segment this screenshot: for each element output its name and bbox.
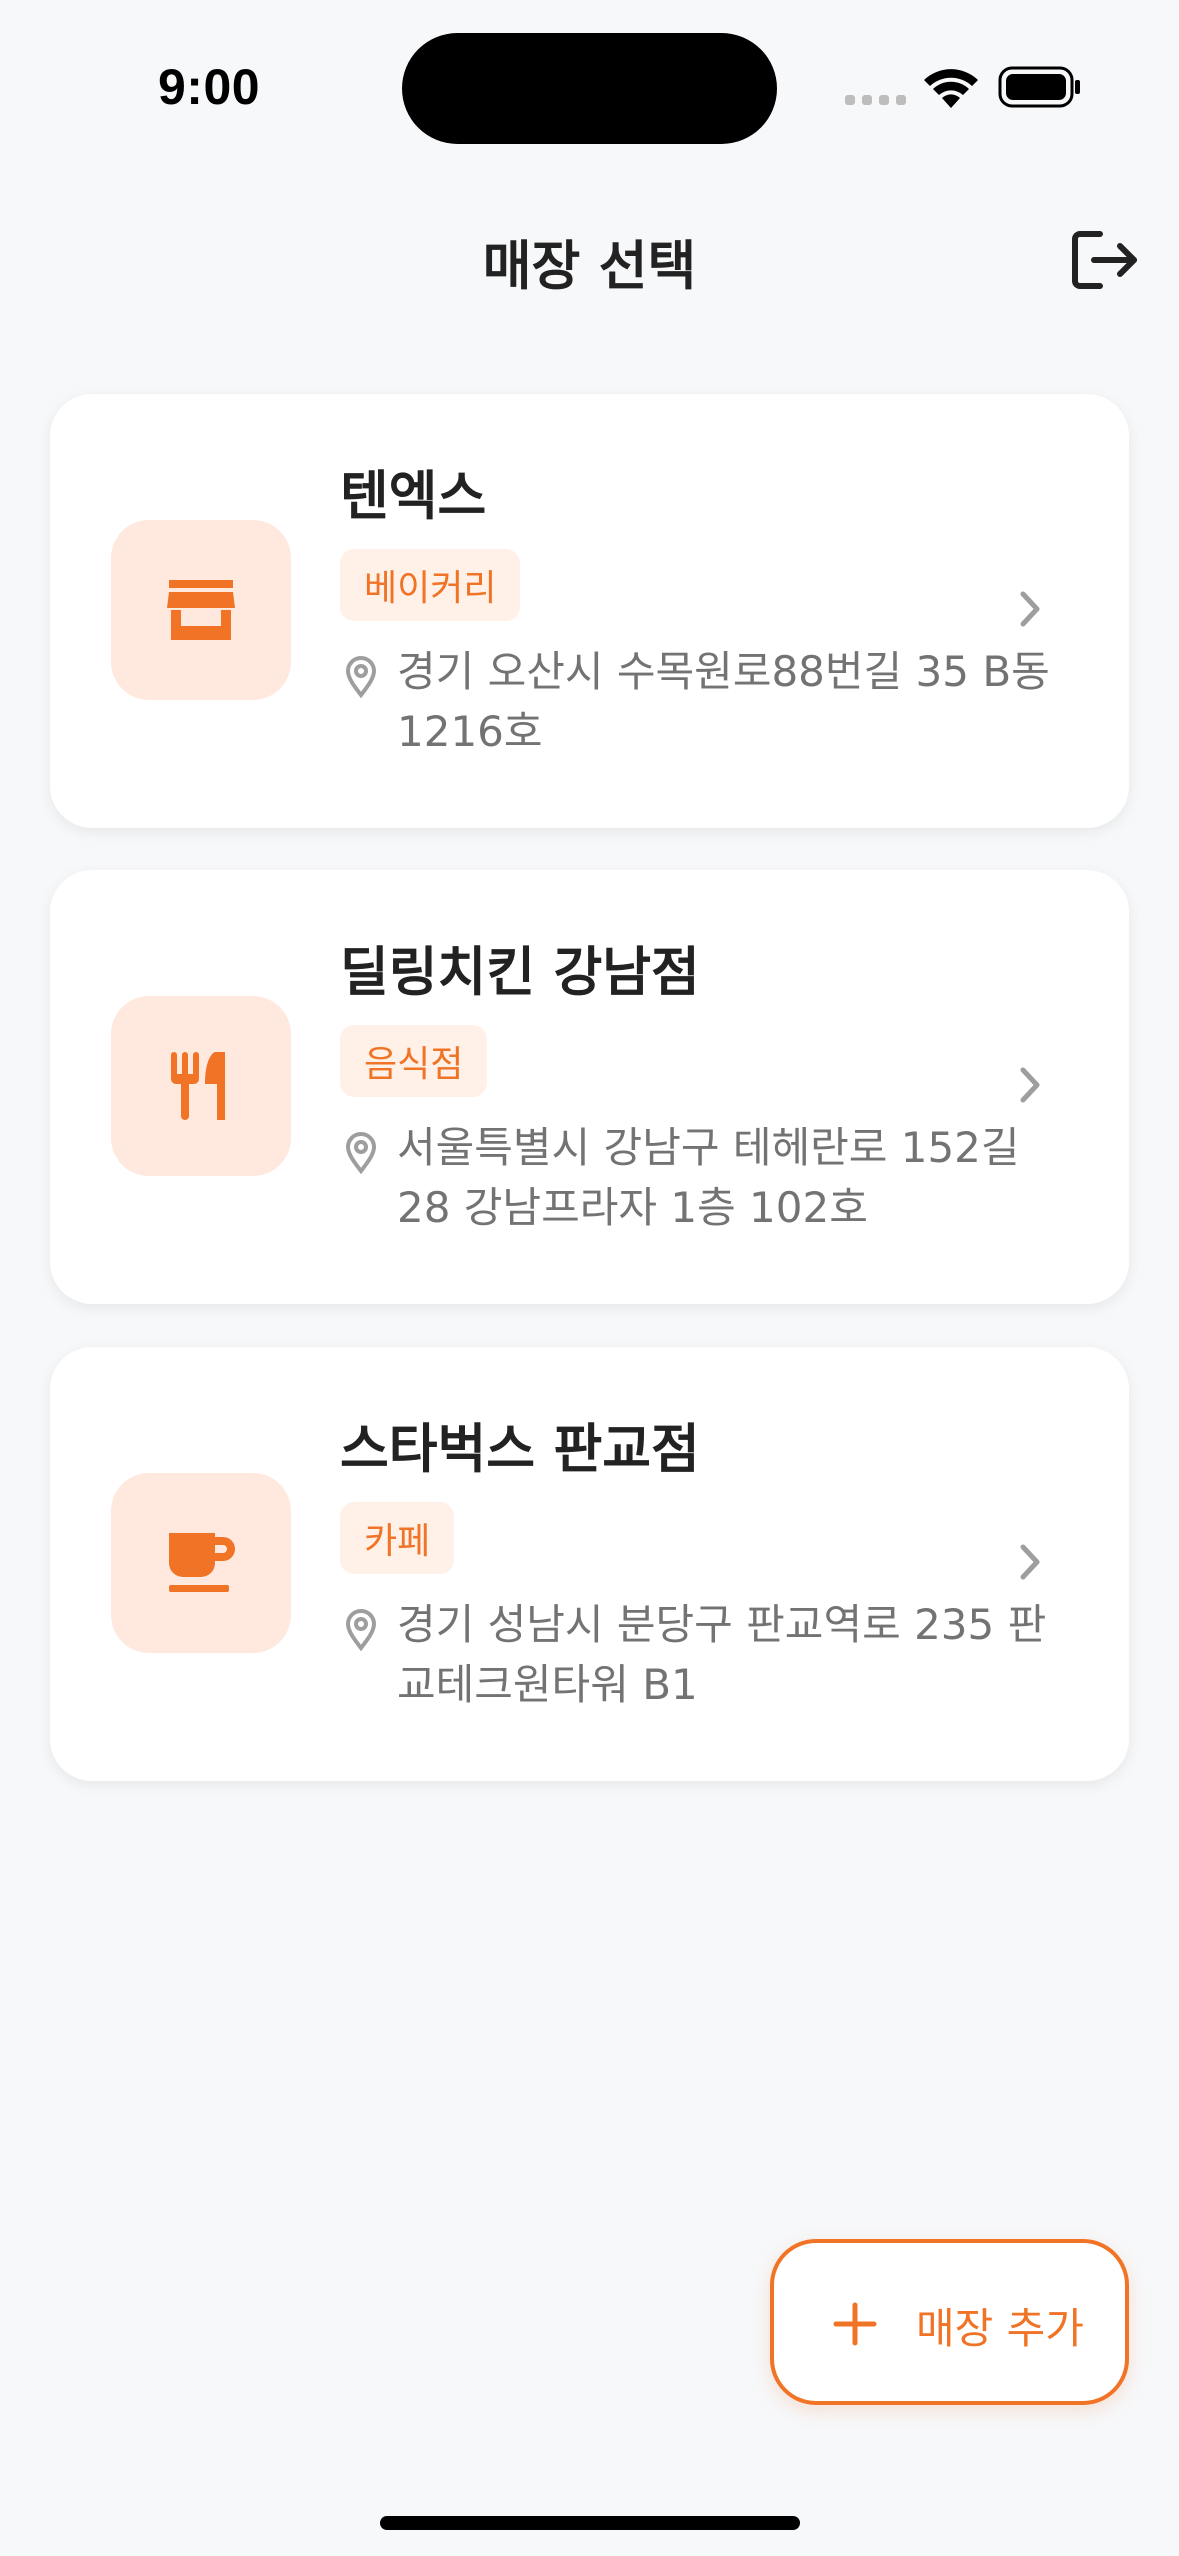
plus-icon: [833, 2302, 877, 2346]
store-address: 경기 오산시 수목원로88번길 35 B동 1216호: [397, 647, 1050, 756]
store-name: 딜링치킨 강남점: [340, 942, 700, 1003]
store-address: 서울특별시 강남구 테헤란로 152길 28 강남프라자 1층 102호: [397, 1123, 1020, 1232]
status-time: 9:00: [158, 59, 261, 115]
store-name: 텐엑스: [340, 466, 487, 527]
store-card[interactable]: 텐엑스 베이커리 경기 오산시 수목원로88번길 35 B동 1216호: [50, 394, 1129, 828]
store-name: 스타벅스 판교점: [340, 1419, 700, 1480]
location-pin-icon: [345, 656, 377, 698]
chevron-right-icon: [1020, 591, 1040, 627]
cafe-icon: [169, 1533, 235, 1592]
store-card[interactable]: 딜링치킨 강남점 음식점 서울특별시 강남구 테헤란로 152길 28 강남프라…: [50, 870, 1129, 1304]
add-store-label: 매장 추가: [916, 2304, 1084, 2353]
cellular-signal-icon: [845, 95, 906, 105]
home-indicator: [380, 2516, 800, 2530]
store-icon-box: [111, 520, 291, 700]
location-pin-icon: [345, 1132, 377, 1174]
dynamic-island: [402, 33, 777, 144]
add-store-button[interactable]: 매장 추가: [770, 2239, 1129, 2405]
page-title: 매장 선택: [482, 236, 697, 297]
chevron-right-icon: [1020, 1067, 1040, 1103]
store-card[interactable]: 스타벅스 판교점 카페 경기 성남시 분당구 판교역로 235 판교테크원타워 …: [50, 1347, 1129, 1781]
category-badge: 베이커리: [340, 549, 521, 621]
store-icon-box: [111, 996, 291, 1176]
battery-icon: [998, 66, 1080, 108]
restaurant-icon: [171, 1052, 225, 1120]
location-pin-icon: [345, 1609, 377, 1651]
category-badge: 카페: [340, 1502, 455, 1574]
store-address: 경기 성남시 분당구 판교역로 235 판교테크원타워 B1: [397, 1600, 1047, 1709]
category-badge: 음식점: [340, 1025, 488, 1097]
wifi-icon: [924, 69, 978, 108]
logout-icon[interactable]: [1070, 228, 1140, 292]
chevron-right-icon: [1020, 1544, 1040, 1580]
store-icon-box: [111, 1473, 291, 1653]
store-icon: [167, 580, 235, 640]
